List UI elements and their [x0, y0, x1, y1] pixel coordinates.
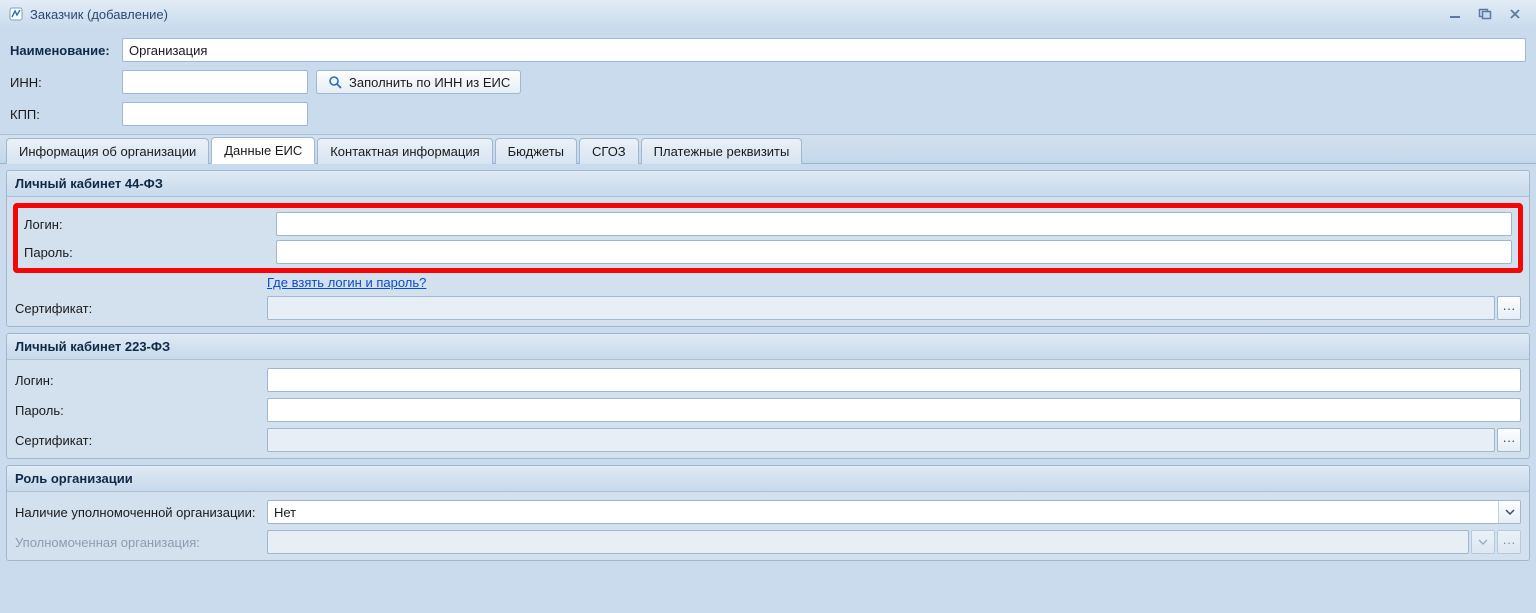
group-44fz: Личный кабинет 44-ФЗ Логин: Пароль: Где …	[6, 170, 1530, 327]
help-link[interactable]: Где взять логин и пароль?	[267, 275, 426, 290]
ellipsis-icon: ···	[1503, 433, 1516, 448]
cert223-browse-button[interactable]: ···	[1497, 428, 1521, 452]
authorg-dropdown-button	[1471, 530, 1495, 554]
tab-budgets[interactable]: Бюджеты	[495, 138, 577, 164]
fill-button-label: Заполнить по ИНН из ЕИС	[349, 75, 510, 90]
search-icon	[327, 74, 343, 90]
top-form: Наименование: ИНН: Заполнить по ИНН из Е…	[0, 28, 1536, 134]
tab-contacts[interactable]: Контактная информация	[317, 138, 492, 164]
group-role: Роль организации Наличие уполномоченной …	[6, 465, 1530, 561]
app-icon	[8, 6, 24, 22]
window-title: Заказчик (добавление)	[30, 7, 168, 22]
window-titlebar: Заказчик (добавление)	[0, 0, 1536, 28]
cert223-label: Сертификат:	[15, 433, 267, 448]
inn-label: ИНН:	[10, 75, 122, 90]
login44-label: Логин:	[24, 217, 276, 232]
password44-label: Пароль:	[24, 245, 276, 260]
kpp-input[interactable]	[122, 102, 308, 126]
group-44fz-title: Личный кабинет 44-ФЗ	[7, 171, 1529, 197]
password44-input[interactable]	[276, 240, 1512, 264]
authorg-label: Уполномоченная организация:	[15, 535, 267, 550]
cert44-input[interactable]	[267, 296, 1495, 320]
name-input[interactable]	[122, 38, 1526, 62]
tab-payment[interactable]: Платежные реквизиты	[641, 138, 803, 164]
login223-label: Логин:	[15, 373, 267, 388]
cert44-browse-button[interactable]: ···	[1497, 296, 1521, 320]
group-223fz: Личный кабинет 223-ФЗ Логин: Пароль: Сер…	[6, 333, 1530, 459]
minimize-button[interactable]	[1442, 5, 1468, 23]
name-label: Наименование:	[10, 43, 122, 58]
login223-input[interactable]	[267, 368, 1521, 392]
hasauth-select[interactable]: Нет	[267, 500, 1521, 524]
group-223fz-title: Личный кабинет 223-ФЗ	[7, 334, 1529, 360]
tab-sgoz[interactable]: СГОЗ	[579, 138, 639, 164]
ellipsis-icon: ···	[1503, 535, 1516, 550]
tab-org-info[interactable]: Информация об организации	[6, 138, 209, 164]
authorg-input	[267, 530, 1469, 554]
password223-input[interactable]	[267, 398, 1521, 422]
login44-input[interactable]	[276, 212, 1512, 236]
hasauth-value: Нет	[268, 505, 1498, 520]
tab-eis-data[interactable]: Данные ЕИС	[211, 137, 315, 164]
group-role-title: Роль организации	[7, 466, 1529, 492]
kpp-label: КПП:	[10, 107, 122, 122]
ellipsis-icon: ···	[1503, 301, 1516, 316]
close-button[interactable]	[1502, 5, 1528, 23]
tab-content: Личный кабинет 44-ФЗ Логин: Пароль: Где …	[0, 164, 1536, 573]
password223-label: Пароль:	[15, 403, 267, 418]
fill-from-eis-button[interactable]: Заполнить по ИНН из ЕИС	[316, 70, 521, 94]
hasauth-label: Наличие уполномоченной организации:	[15, 505, 267, 520]
chevron-down-icon	[1498, 501, 1520, 523]
tabs-bar: Информация об организации Данные ЕИС Кон…	[0, 134, 1536, 164]
highlight-login-password: Логин: Пароль:	[13, 203, 1523, 273]
cert44-label: Сертификат:	[15, 301, 267, 316]
cert223-input[interactable]	[267, 428, 1495, 452]
maximize-button[interactable]	[1472, 5, 1498, 23]
authorg-browse-button: ···	[1497, 530, 1521, 554]
inn-input[interactable]	[122, 70, 308, 94]
